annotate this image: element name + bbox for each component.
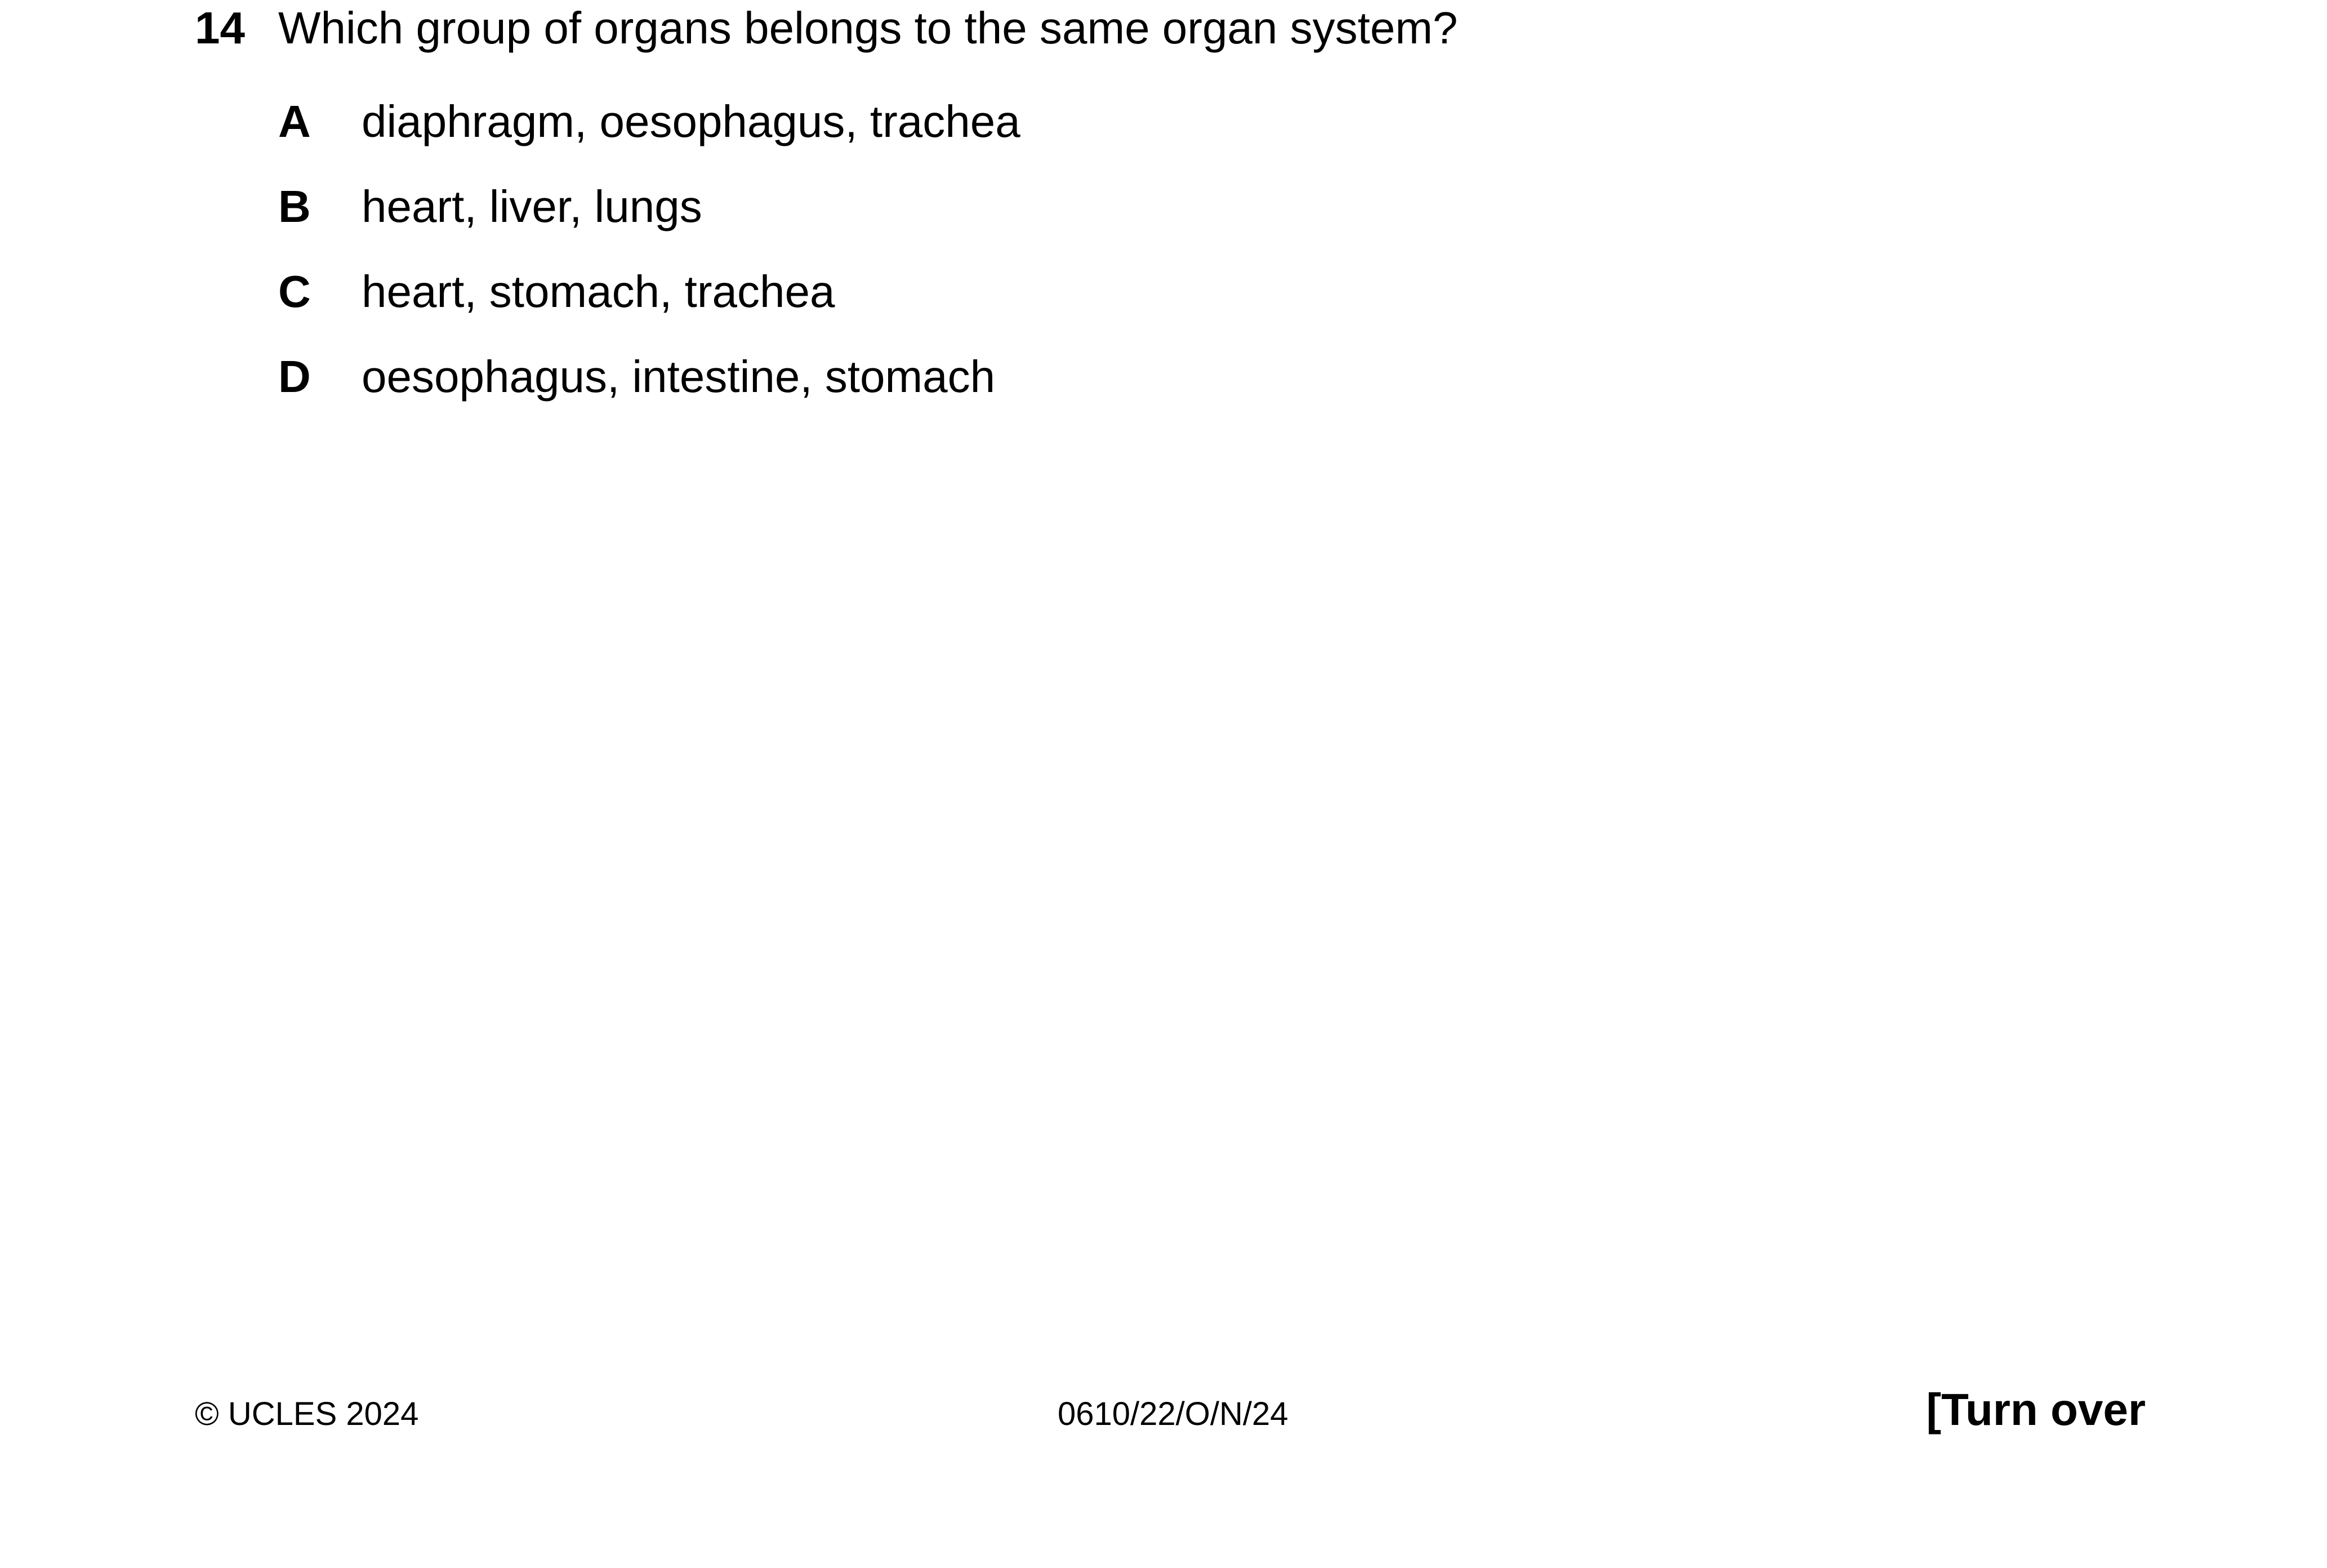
option-text: diaphragm, oesophagus, trachea — [362, 96, 1020, 146]
option-letter: A — [278, 96, 311, 146]
option-text: oesophagus, intestine, stomach — [362, 351, 996, 402]
turn-over-label: [Turn over — [1926, 1384, 2146, 1435]
question-text: Which group of organs belongs to the sam… — [278, 3, 1458, 53]
option-text: heart, liver, lungs — [362, 181, 702, 231]
option-letter: D — [278, 351, 311, 402]
question-number: 14 — [195, 3, 245, 53]
option-letter: B — [278, 181, 311, 231]
option-text: heart, stomach, trachea — [362, 266, 835, 317]
copyright-notice: © UCLES 2024 — [195, 1396, 419, 1432]
paper-code: 0610/22/O/N/24 — [1058, 1396, 1289, 1432]
option-letter: C — [278, 266, 311, 317]
